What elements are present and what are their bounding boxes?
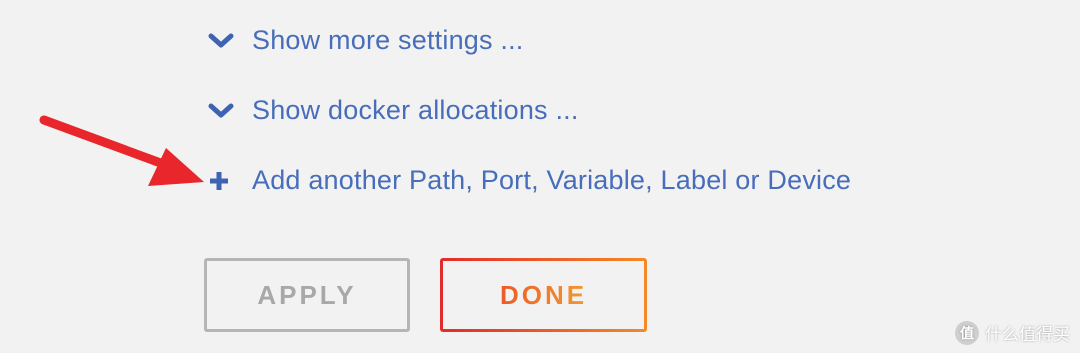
- add-another-label: Add another Path, Port, Variable, Label …: [252, 165, 852, 195]
- apply-button[interactable]: APPLY: [204, 258, 410, 332]
- show-docker-allocations-label: Show docker allocations ...: [252, 95, 579, 125]
- plus-icon: [208, 166, 238, 196]
- show-more-settings-label: Show more settings ...: [252, 25, 524, 55]
- watermark: 值 什么值得买: [955, 320, 1070, 345]
- done-button-label: DONE: [499, 279, 588, 310]
- apply-button-label: APPLY: [257, 279, 357, 310]
- chevron-down-icon: [208, 96, 238, 126]
- watermark-logo-icon: 值: [955, 320, 979, 345]
- add-another-link[interactable]: Add another Path, Port, Variable, Label …: [208, 165, 851, 196]
- show-docker-allocations-link[interactable]: Show docker allocations ...: [208, 95, 579, 126]
- watermark-text: 什么值得买: [985, 325, 1070, 344]
- chevron-down-icon: [208, 26, 238, 56]
- red-arrow-annotation: [39, 115, 204, 186]
- show-more-settings-link[interactable]: Show more settings ...: [208, 25, 524, 56]
- done-button[interactable]: DONE: [440, 258, 647, 332]
- settings-panel: Show more settings ... Show docker alloc…: [0, 0, 1080, 353]
